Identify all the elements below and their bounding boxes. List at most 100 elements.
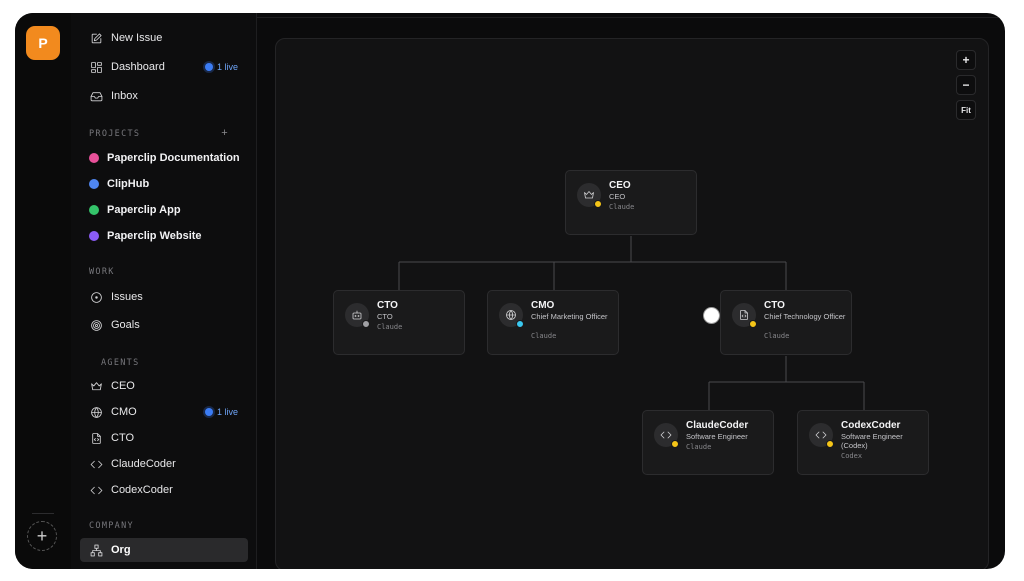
- sidebar-item-goals[interactable]: Goals: [80, 313, 248, 337]
- status-dot: [671, 440, 679, 448]
- node-name: CEO: [609, 180, 631, 191]
- live-badge: 1 live: [204, 62, 238, 72]
- sidebar-item-new-issue[interactable]: New Issue: [80, 26, 248, 50]
- globe-icon: [506, 310, 516, 320]
- status-dot: [362, 320, 370, 328]
- node-role: CTO: [377, 312, 393, 321]
- rail-divider: [32, 513, 54, 514]
- node-model: Codex: [841, 452, 863, 460]
- sidebar-item-agent-cmo[interactable]: CMO 1 live: [80, 400, 248, 424]
- node-name: ClaudeCoder: [686, 420, 749, 431]
- bot-icon: [352, 310, 362, 320]
- node-role: Software Engineer: [686, 432, 748, 441]
- live-badge: 1 live: [204, 407, 238, 417]
- sidebar-item-label: Goals: [111, 319, 140, 331]
- agent-avatar: [809, 423, 834, 448]
- org-node-cto-left[interactable]: CTO CTO Claude: [333, 290, 465, 355]
- dashboard-icon: [89, 60, 103, 74]
- circle-dot-icon: [89, 290, 103, 304]
- sidebar-item-agent-cto[interactable]: CTO: [80, 426, 248, 450]
- projects-heading-label: PROJECTS: [89, 129, 141, 139]
- node-name: CMO: [531, 300, 555, 311]
- status-dot: [826, 440, 834, 448]
- sidebar-item-agent-claudecoder[interactable]: ClaudeCoder: [80, 452, 248, 476]
- sidebar: New Issue Dashboard 1 live Inbox PROJECT…: [71, 13, 257, 569]
- code-icon: [89, 483, 103, 497]
- live-dot-icon: [204, 408, 213, 416]
- projects-heading: PROJECTS +: [89, 127, 239, 139]
- agent-avatar: [345, 303, 370, 328]
- org-node-codexcoder[interactable]: CodexCoder Software Engineer (Codex) Cod…: [797, 410, 929, 475]
- sidebar-item-label: CMO: [111, 406, 137, 418]
- sidebar-item-label: ClaudeCoder: [111, 458, 176, 470]
- sidebar-item-label: CodexCoder: [111, 484, 173, 496]
- live-dot-icon: [204, 63, 213, 71]
- add-project-button[interactable]: +: [221, 127, 229, 139]
- sidebar-item-inbox[interactable]: Inbox: [80, 84, 248, 108]
- sidebar-item-label: Issues: [111, 291, 143, 303]
- crown-icon: [584, 191, 594, 199]
- target-icon: [89, 318, 103, 332]
- header-divider: [256, 13, 1005, 18]
- sidebar-item-label: CTO: [111, 432, 135, 444]
- add-company-button[interactable]: +: [27, 521, 57, 551]
- code-icon: [815, 431, 827, 439]
- code-icon: [89, 457, 103, 471]
- company-rail: P +: [15, 13, 72, 569]
- status-dot: [516, 320, 524, 328]
- node-model: Claude: [686, 443, 712, 451]
- project-color-dot: [89, 205, 99, 215]
- node-name: CTO: [764, 300, 785, 311]
- node-model: Claude: [764, 332, 790, 340]
- pointer-cursor-indicator: [703, 307, 720, 324]
- node-name: CodexCoder: [841, 420, 901, 431]
- node-model: Claude: [531, 332, 557, 340]
- agents-heading-label: AGENTS: [101, 358, 140, 368]
- file-code-icon: [740, 310, 748, 320]
- org-node-cmo[interactable]: CMO Chief Marketing Officer Claude: [487, 290, 619, 355]
- sidebar-item-project[interactable]: ClipHub: [80, 172, 248, 196]
- sidebar-item-project[interactable]: Paperclip App: [80, 198, 248, 222]
- org-chart-canvas[interactable]: + − Fit CEO CEO Claude CTO CTO Claude CM…: [275, 38, 989, 569]
- edit-icon: [89, 31, 103, 45]
- sidebar-item-dashboard[interactable]: Dashboard 1 live: [80, 55, 248, 79]
- agent-avatar: [732, 303, 757, 328]
- sidebar-item-label: Paperclip Website: [107, 230, 202, 242]
- agent-avatar: [577, 183, 602, 208]
- file-code-icon: [89, 431, 103, 445]
- node-model: Claude: [609, 203, 635, 211]
- company-avatar[interactable]: P: [26, 26, 60, 60]
- sidebar-item-org[interactable]: Org: [80, 538, 248, 562]
- sidebar-item-label: Dashboard: [111, 61, 165, 73]
- org-node-claudecoder[interactable]: ClaudeCoder Software Engineer Claude: [642, 410, 774, 475]
- sidebar-item-agent-codexcoder[interactable]: CodexCoder: [80, 478, 248, 502]
- sidebar-item-label: Paperclip App: [107, 204, 181, 216]
- live-badge-label: 1 live: [216, 62, 238, 72]
- agents-heading: AGENTS: [101, 358, 140, 368]
- sidebar-item-project[interactable]: Paperclip Website: [80, 224, 248, 248]
- project-color-dot: [89, 179, 99, 189]
- live-badge-label: 1 live: [216, 407, 238, 417]
- org-icon: [89, 543, 103, 557]
- status-dot: [594, 200, 602, 208]
- sidebar-item-issues[interactable]: Issues: [80, 285, 248, 309]
- sidebar-item-label: Org: [111, 544, 131, 556]
- sidebar-item-label: Inbox: [111, 90, 138, 102]
- agent-avatar: [499, 303, 524, 328]
- node-name: CTO: [377, 300, 398, 311]
- sidebar-item-agent-ceo[interactable]: CEO: [80, 374, 248, 398]
- node-model: Claude: [377, 323, 403, 331]
- org-node-ceo[interactable]: CEO CEO Claude: [565, 170, 697, 235]
- agent-avatar: [654, 423, 679, 448]
- sidebar-item-project[interactable]: Paperclip Documentation: [80, 146, 248, 170]
- work-heading-label: WORK: [89, 267, 115, 277]
- company-heading-label: COMPANY: [89, 521, 134, 531]
- sidebar-item-label: CEO: [111, 380, 135, 392]
- node-role: Software Engineer (Codex): [841, 432, 903, 450]
- sidebar-item-label: Paperclip Documentation: [107, 152, 240, 164]
- app-window: P + New Issue Dashboard 1 live Inbox PRO…: [15, 13, 1005, 569]
- sidebar-item-label: ClipHub: [107, 178, 150, 190]
- inbox-icon: [89, 89, 103, 103]
- node-role: Chief Marketing Officer: [531, 312, 608, 321]
- org-node-cto-right[interactable]: CTO Chief Technology Officer Claude: [720, 290, 852, 355]
